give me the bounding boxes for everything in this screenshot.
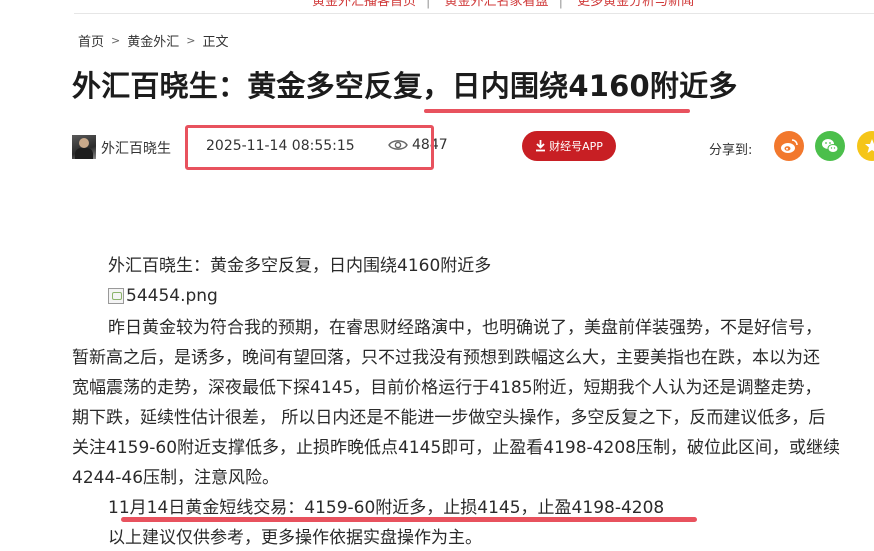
- share-weibo-button[interactable]: [774, 131, 804, 161]
- paragraph-line: 关注4159-60附近支撑低多，止损昨晚低点4145即可，止盈看4198-420…: [72, 438, 840, 458]
- top-link-separator: |: [558, 0, 563, 9]
- annotation-underline-title: [424, 109, 690, 113]
- author-name[interactable]: 外汇百晓生: [101, 138, 171, 158]
- wechat-icon: [822, 139, 839, 153]
- share-wechat-button[interactable]: [815, 131, 845, 161]
- top-link[interactable]: 黄金外汇名家看盘: [445, 0, 549, 9]
- broken-image-icon: [108, 288, 124, 304]
- top-nav-links: 黄金外汇播客首页 | 黄金外汇名家看盘 | 更多黄金分析与新闻: [312, 0, 704, 9]
- star-icon: [865, 139, 874, 153]
- download-icon: [536, 140, 546, 152]
- top-link[interactable]: 黄金外汇播客首页: [312, 0, 416, 9]
- paragraph-line: 外汇百晓生：黄金多空反复，日内围绕4160附近多: [108, 256, 492, 276]
- paragraph-line: 宽幅震荡的走势，深夜最低下探4145，目前价格运行于4185附近，短期我个人认为…: [72, 378, 822, 398]
- breadcrumb-current: 正文: [202, 35, 229, 50]
- page-title: 外汇百晓生：黄金多空反复，日内围绕4160附近多: [72, 69, 738, 103]
- paragraph-line: 昨日黄金较为符合我的预期，在睿思财经路演中，也明确说了，美盘前佯装强势，不是好信…: [108, 318, 822, 338]
- paragraph-line: 暂新高之后，是诱多，晚间有望回落，只不过我没有预想到跌幅这么大，主要美指也在跌，…: [72, 348, 820, 368]
- paragraph-line: 期下跌，延续性估计很差， 所以日内还是不能进一步做空头操作，多空反复之下，反而建…: [72, 408, 826, 428]
- top-nav-strip: 黄金外汇播客首页 | 黄金外汇名家看盘 | 更多黄金分析与新闻: [74, 0, 874, 14]
- broken-image-alt: 54454.png: [126, 286, 218, 306]
- annotation-underline-trade: [121, 517, 697, 522]
- breadcrumb-arrow-icon: >: [186, 34, 196, 47]
- paragraph-line: 4244-46压制，注意风险。: [72, 468, 280, 488]
- breadcrumb: 首页 > 黄金外汇 > 正文: [78, 31, 228, 50]
- broken-image: 54454.png: [108, 282, 218, 310]
- app-download-label: 财经号APP: [549, 140, 603, 153]
- breadcrumb-category[interactable]: 黄金外汇: [127, 31, 179, 50]
- disclaimer: 以上建议仅供参考，更多操作依据实盘操作为主。: [108, 528, 482, 548]
- share-label: 分享到:: [709, 143, 753, 158]
- breadcrumb-arrow-icon: >: [111, 34, 121, 47]
- top-link-separator: |: [426, 0, 431, 9]
- app-download-button[interactable]: 财经号APP: [522, 131, 616, 161]
- avatar[interactable]: [72, 135, 96, 159]
- weibo-icon: [781, 139, 798, 153]
- annotation-box-meta: [185, 125, 434, 170]
- breadcrumb-home[interactable]: 首页: [78, 31, 104, 50]
- top-link[interactable]: 更多黄金分析与新闻: [577, 0, 694, 9]
